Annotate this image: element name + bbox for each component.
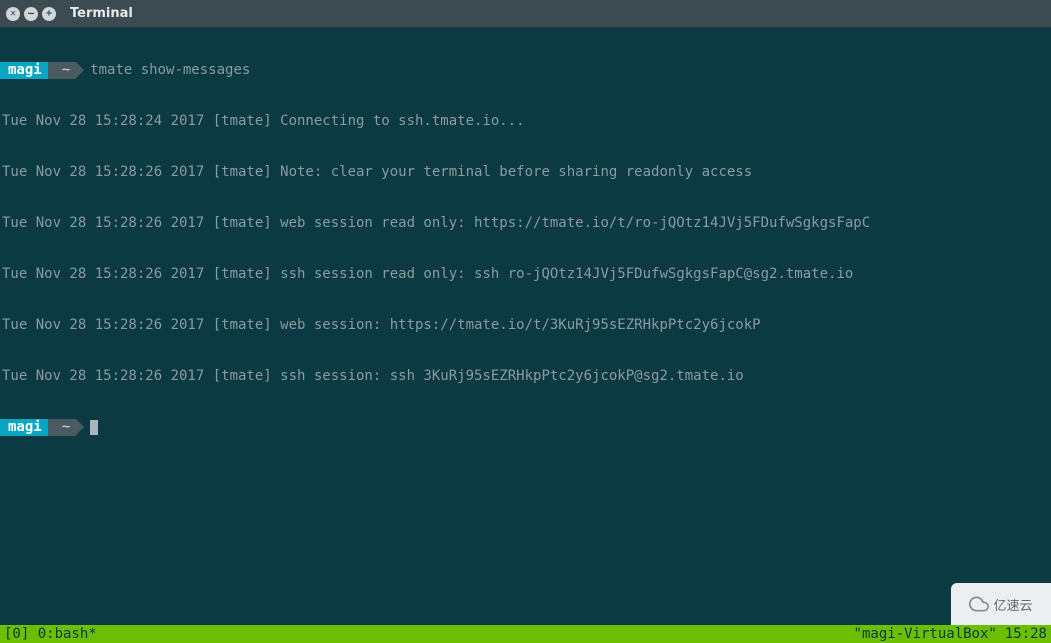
close-icon[interactable]: ✕ [6,7,20,21]
prompt-line: magi ~ tmate show-messages [0,62,1051,79]
statusbar-time: 15:28 [1005,625,1047,643]
statusbar-left: [0] 0:bash* [4,625,97,643]
prompt-path: ~ [48,419,76,436]
cursor-icon [90,420,98,435]
prompt-user: magi [0,419,48,436]
minimize-icon[interactable]: – [24,7,38,21]
maximize-icon[interactable]: + [42,7,56,21]
terminal-output-line: Tue Nov 28 15:28:26 2017 [tmate] ssh ses… [0,266,1051,283]
statusbar-host: "magi-VirtualBox" [854,625,997,643]
cloud-icon [969,594,989,614]
window-title: Terminal [70,6,133,21]
tmux-statusbar: [0] 0:bash* "magi-VirtualBox" 15:28 [0,625,1051,643]
prompt-user: magi [0,62,48,79]
prompt-path: ~ [48,62,76,79]
window-titlebar: ✕ – + Terminal [0,0,1051,28]
prompt-line: magi ~ [0,419,1051,436]
terminal-output-line: Tue Nov 28 15:28:26 2017 [tmate] ssh ses… [0,368,1051,385]
terminal-output-line: Tue Nov 28 15:28:24 2017 [tmate] Connect… [0,113,1051,130]
watermark-badge: 亿速云 [951,583,1051,625]
watermark-text: 亿速云 [993,595,1032,614]
terminal-output-line: Tue Nov 28 15:28:26 2017 [tmate] web ses… [0,317,1051,334]
terminal-output-line: Tue Nov 28 15:28:26 2017 [tmate] web ses… [0,215,1051,232]
terminal-output-line: Tue Nov 28 15:28:26 2017 [tmate] Note: c… [0,164,1051,181]
prompt-command: tmate show-messages [76,62,250,79]
terminal-area[interactable]: magi ~ tmate show-messages Tue Nov 28 15… [0,28,1051,623]
